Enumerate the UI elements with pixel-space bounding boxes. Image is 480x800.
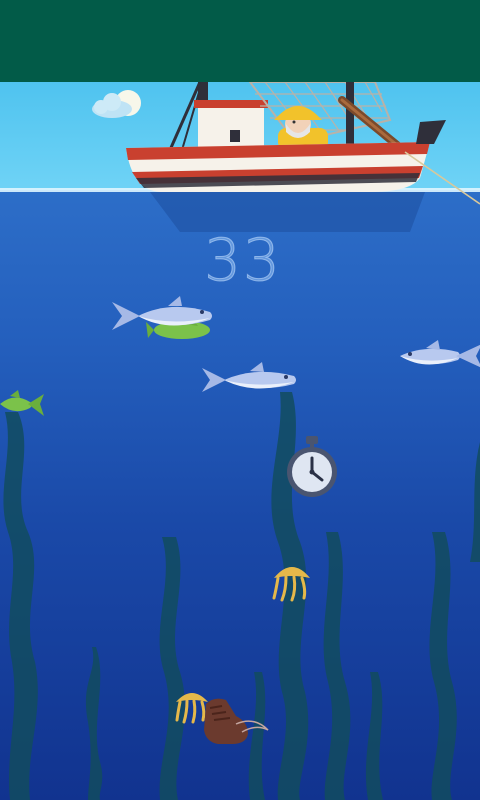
seaweed bbox=[85, 647, 103, 800]
stopwatch-icon[interactable] bbox=[284, 434, 340, 500]
boot-junk[interactable] bbox=[196, 694, 272, 748]
seaweed bbox=[159, 537, 185, 800]
jellyfish-icon[interactable] bbox=[270, 558, 314, 602]
fishing-line bbox=[404, 151, 480, 205]
seaweed bbox=[323, 532, 351, 800]
fisherman bbox=[274, 106, 328, 150]
score-counter: 33 bbox=[204, 226, 282, 295]
fish-blue[interactable] bbox=[110, 294, 220, 334]
fish-blue[interactable] bbox=[200, 362, 300, 398]
seaweed bbox=[3, 412, 38, 800]
status-bar bbox=[0, 0, 480, 82]
fish-green[interactable] bbox=[0, 386, 46, 420]
seaweed bbox=[470, 442, 480, 562]
seaweed bbox=[429, 532, 457, 800]
seaweed bbox=[365, 672, 383, 800]
game-scene[interactable]: 33 bbox=[0, 82, 480, 800]
game-screen[interactable]: 33 bbox=[0, 0, 480, 800]
fish-blue[interactable] bbox=[396, 338, 480, 374]
